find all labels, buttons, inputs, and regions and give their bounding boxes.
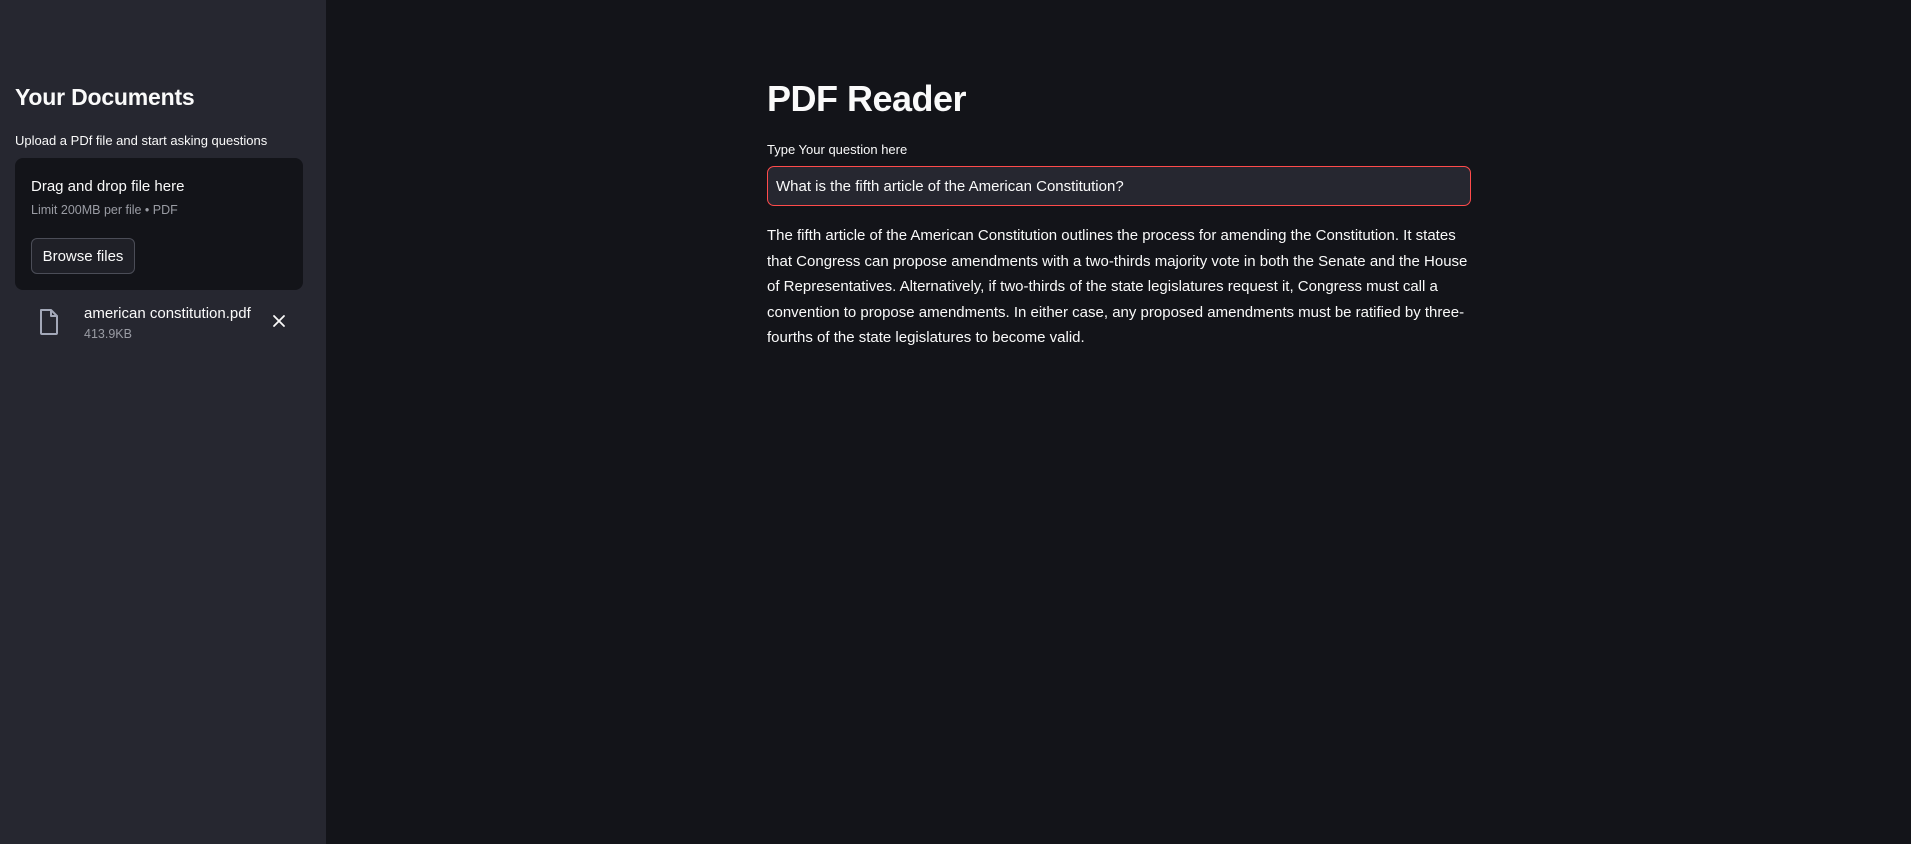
answer-text: The fifth article of the American Consti… [767, 227, 1468, 347]
dropzone-limit-text: Limit 200MB per file • PDF [31, 203, 178, 217]
question-label: Type Your question here [767, 142, 908, 157]
sidebar-title: Your Documents [15, 84, 195, 110]
browse-files-button[interactable]: Browse files [31, 238, 135, 274]
question-input[interactable] [767, 166, 1471, 206]
file-name: american constitution.pdf [84, 305, 251, 322]
uploader-caption: Upload a PDf file and start asking quest… [15, 133, 268, 148]
dropzone-title: Drag and drop file here [31, 178, 185, 195]
sidebar: Your Documents Upload a PDf file and sta… [0, 0, 326, 844]
close-icon[interactable] [268, 310, 290, 332]
page-title: PDF Reader [767, 78, 967, 119]
file-dropzone[interactable]: Drag and drop file here Limit 200MB per … [15, 158, 303, 290]
file-size: 413.9KB [84, 327, 132, 341]
app-window: Your Documents Upload a PDf file and sta… [0, 0, 1911, 844]
file-icon [37, 308, 61, 336]
uploaded-file-item: american constitution.pdf 413.9KB [15, 300, 303, 348]
